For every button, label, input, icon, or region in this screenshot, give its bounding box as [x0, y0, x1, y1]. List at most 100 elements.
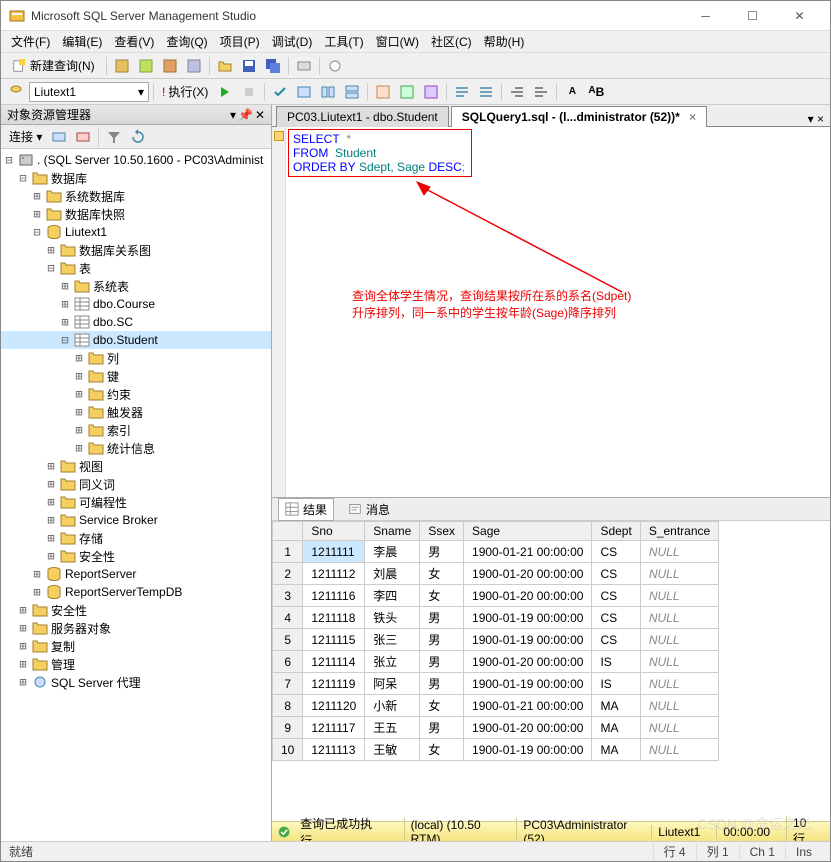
- cell[interactable]: 1211120: [303, 695, 365, 717]
- menu-view[interactable]: 查看(V): [108, 31, 160, 52]
- tree-item[interactable]: ⊞ 管理: [1, 655, 271, 673]
- results-tab[interactable]: 结果: [278, 498, 334, 521]
- save-icon[interactable]: [238, 55, 260, 77]
- cell[interactable]: 女: [420, 739, 464, 761]
- tree-item[interactable]: ⊟ . (SQL Server 10.50.1600 - PC03\Admini…: [1, 151, 271, 169]
- tree-item[interactable]: ⊞ 数据库关系图: [1, 241, 271, 259]
- cell[interactable]: CS: [592, 541, 640, 563]
- column-header[interactable]: S_entrance: [640, 522, 718, 541]
- cell[interactable]: NULL: [640, 695, 718, 717]
- tree-toggle-icon[interactable]: ⊞: [31, 189, 43, 203]
- toolbar-sql-icon[interactable]: [5, 81, 27, 103]
- cell[interactable]: 男: [420, 717, 464, 739]
- tab-student-table[interactable]: PC03.Liutext1 - dbo.Student: [276, 106, 449, 127]
- tree-item[interactable]: ⊟ 数据库: [1, 169, 271, 187]
- column-header[interactable]: Sage: [464, 522, 592, 541]
- stop-button[interactable]: [238, 81, 260, 103]
- cell[interactable]: NULL: [640, 607, 718, 629]
- cell[interactable]: 张三: [365, 629, 420, 651]
- cell[interactable]: 阿呆: [365, 673, 420, 695]
- table-row[interactable]: 41211118铁头男1900-01-19 00:00:00CSNULL: [273, 607, 719, 629]
- cell[interactable]: 男: [420, 541, 464, 563]
- toolbar-btn-2[interactable]: [135, 55, 157, 77]
- tree-toggle-icon[interactable]: ⊞: [73, 423, 85, 437]
- tree-item[interactable]: ⊞ Service Broker: [1, 511, 271, 529]
- table-row[interactable]: 51211115张三男1900-01-19 00:00:00CSNULL: [273, 629, 719, 651]
- tree-item[interactable]: ⊞ 存储: [1, 529, 271, 547]
- tree-toggle-icon[interactable]: ⊞: [59, 297, 71, 311]
- tree-item[interactable]: ⊟ Liutext1: [1, 223, 271, 241]
- tree-item[interactable]: ⊞ 数据库快照: [1, 205, 271, 223]
- toolbar-q5[interactable]: [396, 81, 418, 103]
- column-header[interactable]: Sdept: [592, 522, 640, 541]
- cell[interactable]: 1211117: [303, 717, 365, 739]
- tree-item[interactable]: ⊞ ReportServer: [1, 565, 271, 583]
- table-row[interactable]: 81211120小新女1900-01-21 00:00:00MANULL: [273, 695, 719, 717]
- cell[interactable]: IS: [592, 651, 640, 673]
- messages-tab[interactable]: 消息: [342, 499, 396, 520]
- connect-icon[interactable]: [48, 126, 70, 148]
- table-row[interactable]: 91211117王五男1900-01-20 00:00:00MANULL: [273, 717, 719, 739]
- tree-toggle-icon[interactable]: ⊞: [45, 459, 57, 473]
- toolbar-btn-3[interactable]: [159, 55, 181, 77]
- tree-item[interactable]: ⊞ 列: [1, 349, 271, 367]
- cell[interactable]: NULL: [640, 673, 718, 695]
- panel-close-icon[interactable]: ✕: [255, 108, 265, 122]
- maximize-button[interactable]: ☐: [730, 5, 775, 27]
- toolbar-btn-8[interactable]: [293, 55, 315, 77]
- cell[interactable]: NULL: [640, 651, 718, 673]
- cell[interactable]: 1211116: [303, 585, 365, 607]
- toolbar-q6[interactable]: [420, 81, 442, 103]
- tree-toggle-icon[interactable]: ⊞: [17, 621, 29, 635]
- cell[interactable]: IS: [592, 673, 640, 695]
- cell[interactable]: NULL: [640, 563, 718, 585]
- menu-community[interactable]: 社区(C): [425, 31, 478, 52]
- cell[interactable]: 张立: [365, 651, 420, 673]
- tree-toggle-icon[interactable]: ⊞: [45, 531, 57, 545]
- tree-item[interactable]: ⊞ 索引: [1, 421, 271, 439]
- table-row[interactable]: 21211112刘晨女1900-01-20 00:00:00CSNULL: [273, 563, 719, 585]
- tree-item[interactable]: ⊞ 复制: [1, 637, 271, 655]
- cell[interactable]: 女: [420, 695, 464, 717]
- tree-toggle-icon[interactable]: ⊞: [31, 567, 43, 581]
- toolbar-btn-9[interactable]: [324, 55, 346, 77]
- cell[interactable]: NULL: [640, 717, 718, 739]
- cell[interactable]: 1900-01-19 00:00:00: [464, 673, 592, 695]
- comment-icon[interactable]: [451, 81, 473, 103]
- cell[interactable]: 男: [420, 651, 464, 673]
- tree-item[interactable]: ⊞ 安全性: [1, 547, 271, 565]
- tree-toggle-icon[interactable]: ⊞: [45, 495, 57, 509]
- results-grid-container[interactable]: SnoSnameSsexSageSdeptS_entrance11211111李…: [272, 521, 830, 821]
- cell[interactable]: CS: [592, 563, 640, 585]
- cell[interactable]: 李四: [365, 585, 420, 607]
- sql-editor[interactable]: SELECT * FROM Student ORDER BY Sdept, Sa…: [272, 127, 830, 497]
- connect-button[interactable]: 连接 ▾: [5, 128, 46, 145]
- cell[interactable]: 1900-01-19 00:00:00: [464, 739, 592, 761]
- tree-item[interactable]: ⊞ 键: [1, 367, 271, 385]
- cell[interactable]: 1211114: [303, 651, 365, 673]
- tree-toggle-icon[interactable]: ⊞: [45, 243, 57, 257]
- menu-file[interactable]: 文件(F): [5, 31, 56, 52]
- tree-item[interactable]: ⊞ 服务器对象: [1, 619, 271, 637]
- tree-toggle-icon[interactable]: ⊟: [59, 333, 71, 347]
- cell[interactable]: 男: [420, 607, 464, 629]
- cell[interactable]: 1211118: [303, 607, 365, 629]
- refresh-icon[interactable]: [127, 126, 149, 148]
- tree-toggle-icon[interactable]: ⊞: [17, 657, 29, 671]
- cell[interactable]: 1900-01-20 00:00:00: [464, 563, 592, 585]
- panel-pin-icon[interactable]: 📌: [238, 108, 253, 122]
- close-button[interactable]: ✕: [777, 5, 822, 27]
- cell[interactable]: NULL: [640, 629, 718, 651]
- tree-toggle-icon[interactable]: ⊟: [17, 171, 29, 185]
- filter-icon[interactable]: [103, 126, 125, 148]
- tree-toggle-icon[interactable]: ⊞: [45, 477, 57, 491]
- toolbar-q1[interactable]: [293, 81, 315, 103]
- column-header[interactable]: Sname: [365, 522, 420, 541]
- cell[interactable]: CS: [592, 629, 640, 651]
- toolbar-q10[interactable]: AB: [585, 81, 607, 103]
- disconnect-icon[interactable]: [72, 126, 94, 148]
- toolbar-btn-4[interactable]: [183, 55, 205, 77]
- cell[interactable]: CS: [592, 607, 640, 629]
- cell[interactable]: 1211111: [303, 541, 365, 563]
- column-header[interactable]: Sno: [303, 522, 365, 541]
